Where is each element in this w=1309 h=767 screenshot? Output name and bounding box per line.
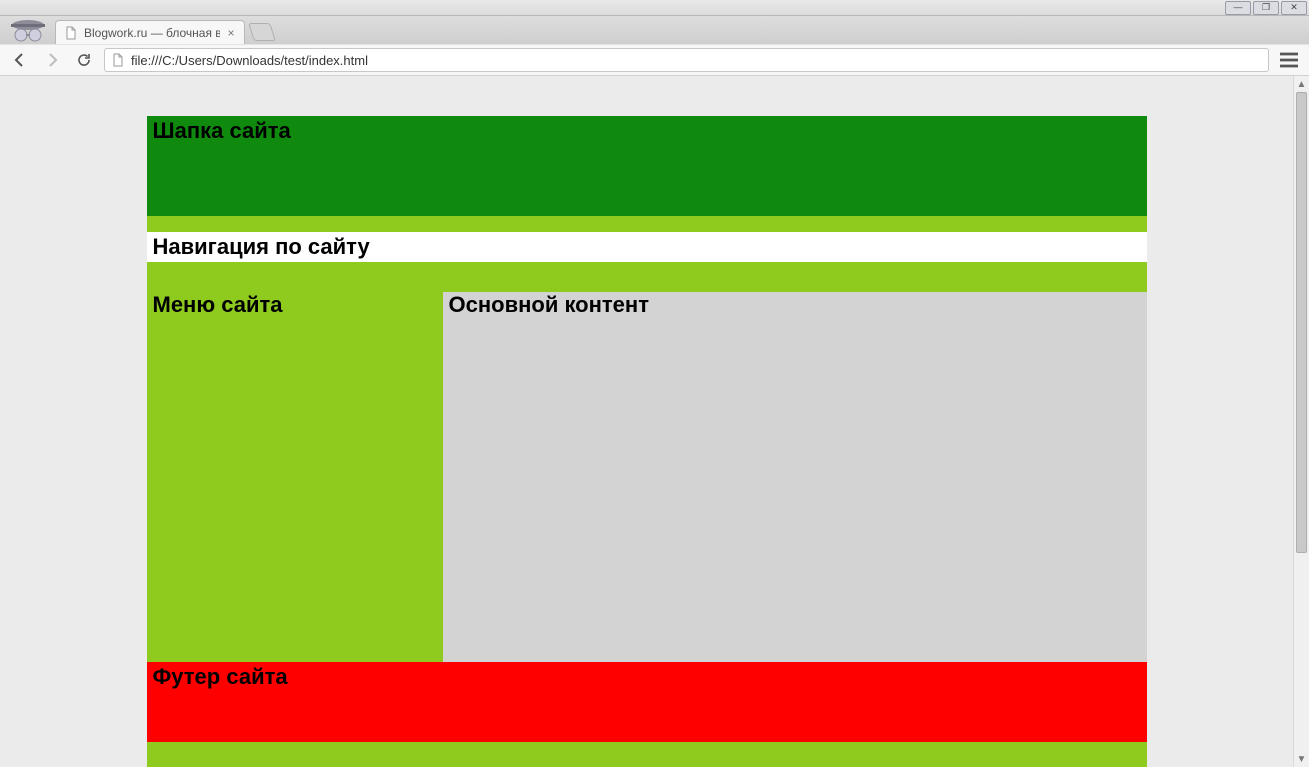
window-maximize-button[interactable]: ❐ — [1253, 1, 1279, 15]
scroll-up-button[interactable]: ▲ — [1294, 76, 1309, 92]
tab-close-button[interactable]: × — [226, 26, 236, 40]
page-viewport[interactable]: Шапка сайта Навигация по сайту Меню сайт… — [0, 76, 1293, 767]
site-menu-title: Меню сайта — [153, 292, 437, 318]
browser-tab[interactable]: Blogwork.ru — блочная вер × — [55, 20, 245, 44]
vertical-scrollbar[interactable]: ▲ ▼ — [1293, 76, 1309, 767]
forward-button[interactable] — [40, 48, 64, 72]
site-footer-title: Футер сайта — [153, 664, 1141, 690]
reload-button[interactable] — [72, 48, 96, 72]
scroll-track[interactable] — [1294, 92, 1309, 751]
site-body: Меню сайта Основной контент — [147, 262, 1147, 662]
scroll-down-button[interactable]: ▼ — [1294, 751, 1309, 767]
page-file-icon — [111, 53, 125, 67]
site-nav-title: Навигация по сайту — [153, 234, 1141, 260]
arrow-right-icon — [44, 52, 60, 68]
browser-window: — ❐ ✕ Blogwork.ru — блочная вер × — [0, 0, 1309, 767]
site-nav: Навигация по сайту — [147, 232, 1147, 262]
window-minimize-button[interactable]: — — [1225, 1, 1251, 15]
site-content-title: Основной контент — [449, 292, 1141, 318]
incognito-icon — [4, 14, 52, 44]
back-button[interactable] — [8, 48, 32, 72]
site-footer: Футер сайта — [147, 662, 1147, 742]
site-content: Основной контент — [443, 292, 1147, 662]
address-bar[interactable]: file:///C:/Users/Downloads/test/index.ht… — [104, 48, 1269, 72]
window-titlebar: — ❐ ✕ — [0, 0, 1309, 16]
new-tab-button[interactable] — [248, 23, 276, 41]
arrow-left-icon — [12, 52, 28, 68]
minimize-icon: — — [1234, 3, 1243, 12]
site-header-title: Шапка сайта — [153, 118, 1141, 144]
close-icon: ✕ — [1290, 3, 1298, 12]
site-menu: Меню сайта — [147, 292, 443, 662]
tab-strip: Blogwork.ru — блочная вер × — [0, 16, 1309, 44]
browser-toolbar: file:///C:/Users/Downloads/test/index.ht… — [0, 44, 1309, 76]
tab-title: Blogwork.ru — блочная вер — [84, 26, 220, 40]
page-body: Шапка сайта Навигация по сайту Меню сайт… — [147, 116, 1147, 767]
page-file-icon — [64, 26, 78, 40]
window-close-button[interactable]: ✕ — [1281, 1, 1307, 15]
hamburger-icon — [1277, 48, 1301, 72]
scroll-thumb[interactable] — [1296, 92, 1307, 553]
browser-menu-button[interactable] — [1277, 48, 1301, 72]
reload-icon — [76, 52, 92, 68]
viewport-container: Шапка сайта Навигация по сайту Меню сайт… — [0, 76, 1309, 767]
maximize-icon: ❐ — [1262, 3, 1270, 12]
site-header: Шапка сайта — [147, 116, 1147, 216]
url-text: file:///C:/Users/Downloads/test/index.ht… — [131, 53, 368, 68]
